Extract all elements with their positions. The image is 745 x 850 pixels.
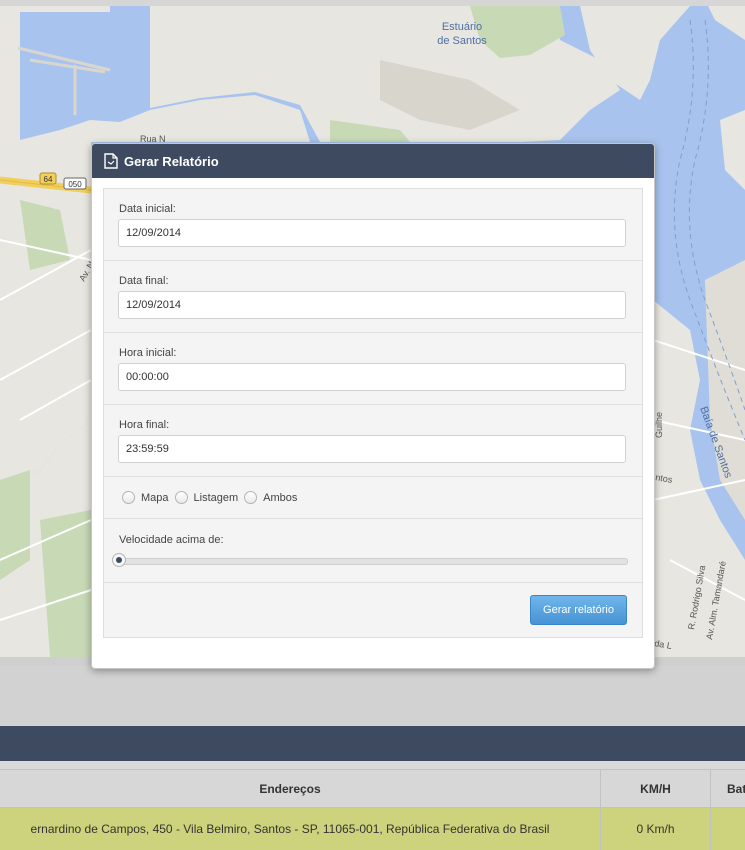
radio-listagem-label[interactable]: Listagem: [194, 492, 239, 504]
map-label-guilhe: Guilhe: [654, 412, 664, 438]
radio-ambos-label[interactable]: Ambos: [263, 492, 297, 504]
form-actions: Gerar relatório: [104, 583, 642, 636]
field-row-hora-final: Hora final:: [104, 405, 642, 477]
field-row-hora-inicial: Hora inicial:: [104, 333, 642, 405]
table-cell-battery: [711, 808, 745, 850]
column-header-address[interactable]: Endereços: [0, 770, 601, 807]
map-label-estuary-2: de Santos: [437, 35, 487, 47]
map-label-road-050: 050: [68, 180, 82, 189]
radio-mapa[interactable]: [122, 491, 135, 504]
hora-final-label: Hora final:: [119, 419, 170, 431]
data-final-input[interactable]: [118, 291, 626, 319]
hora-final-input[interactable]: [118, 435, 626, 463]
speed-label: Velocidade acima de:: [119, 534, 224, 546]
report-modal: Gerar Relatório Data inicial: Data final…: [91, 143, 655, 669]
modal-title: Gerar Relatório: [124, 153, 219, 169]
generate-report-button[interactable]: Gerar relatório: [530, 595, 627, 625]
field-row-data-inicial: Data inicial:: [104, 189, 642, 261]
map-top-edge: [0, 0, 745, 6]
radio-listagem[interactable]: [174, 491, 188, 504]
display-mode-radio-group: Mapa Listagem Ambos: [122, 491, 303, 504]
column-header-speed[interactable]: KM/H: [601, 770, 711, 807]
table-header-row: Endereços KM/H Bat: [0, 769, 745, 808]
field-row-data-final: Data final:: [104, 261, 642, 333]
speed-slider-track[interactable]: [118, 558, 628, 565]
modal-header: Gerar Relatório: [92, 144, 654, 178]
speed-slider-handle[interactable]: [112, 553, 126, 567]
document-icon: [104, 153, 118, 169]
hora-inicial-input[interactable]: [118, 363, 626, 391]
column-header-battery[interactable]: Bat: [711, 770, 745, 807]
page-background-band: [0, 665, 745, 726]
data-inicial-label: Data inicial:: [119, 203, 176, 215]
field-row-display-mode: Mapa Listagem Ambos: [104, 477, 642, 519]
data-final-label: Data final:: [119, 275, 169, 287]
map-label-road-64: 64: [44, 175, 53, 184]
table-header-bar: [0, 726, 745, 761]
data-inicial-input[interactable]: [118, 219, 626, 247]
table-cell-speed: 0 Km/h: [601, 808, 711, 850]
radio-mapa-label[interactable]: Mapa: [141, 492, 169, 504]
radio-ambos[interactable]: [244, 491, 258, 504]
table-row[interactable]: ernardino de Campos, 450 - Vila Belmiro,…: [0, 808, 745, 850]
table-cell-address: ernardino de Campos, 450 - Vila Belmiro,…: [0, 808, 601, 850]
hora-inicial-label: Hora inicial:: [119, 347, 177, 359]
report-form: Data inicial: Data final: Hora inicial: …: [103, 188, 643, 638]
field-row-speed: Velocidade acima de:: [104, 519, 642, 583]
map-label-estuary-1: Estuário: [442, 21, 482, 33]
